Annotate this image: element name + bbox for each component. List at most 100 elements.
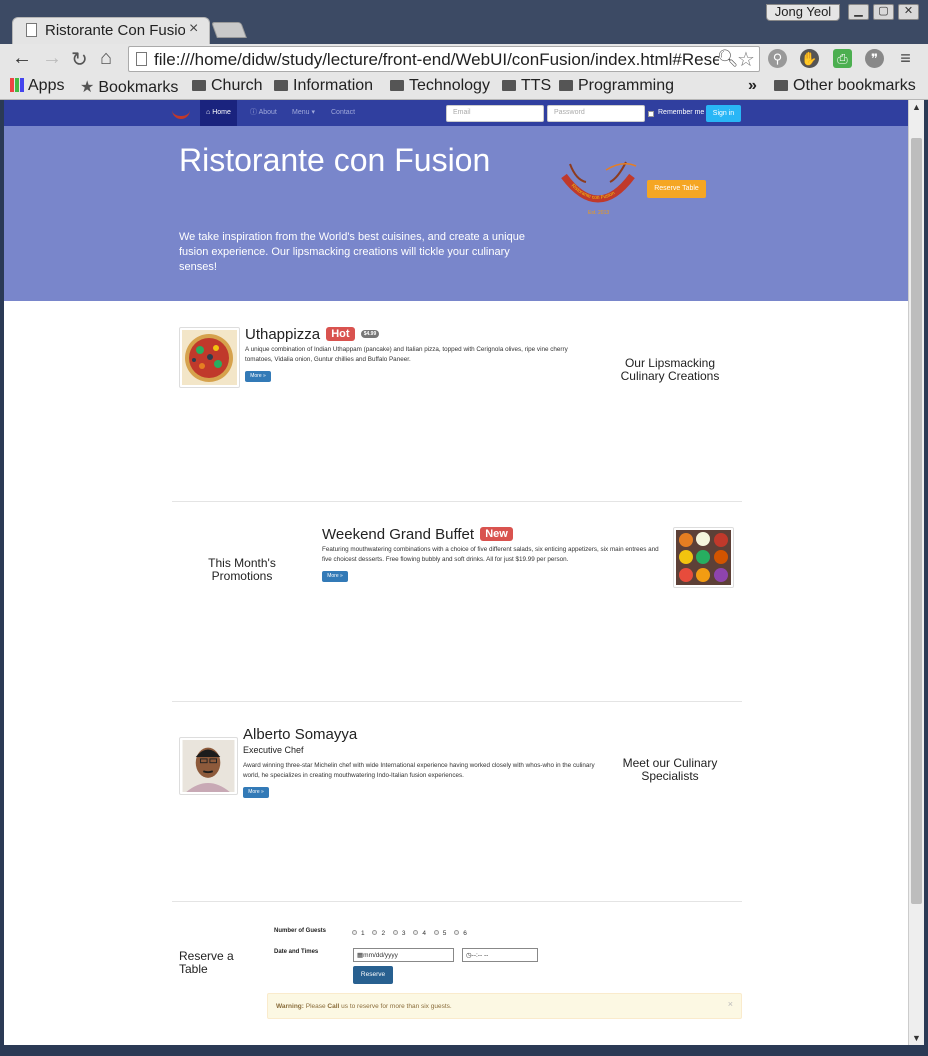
guests-label: Number of Guests [274, 928, 327, 934]
chef-thumbnail [179, 737, 238, 795]
chef-photo [182, 740, 235, 792]
reserve-table-button[interactable]: Reserve Table [647, 180, 706, 198]
page-viewport: ⌂ Home ⓘ About Menu ▾ Contact Email Pass… [4, 100, 908, 1045]
star-icon: ★ [80, 79, 95, 96]
other-bookmarks[interactable]: Other bookmarks [774, 77, 916, 95]
divider [172, 901, 742, 902]
signin-button[interactable]: Sign in [706, 105, 741, 122]
reserve-submit-button[interactable]: Reserve [353, 966, 393, 984]
chef-role: Executive Chef [243, 745, 304, 755]
pizza-image [182, 330, 237, 385]
nav-menu-dropdown[interactable]: Menu ▾ [286, 100, 321, 126]
buffet-image [676, 530, 731, 585]
radio-icon [413, 930, 419, 935]
datetime-label: Date and Times [274, 949, 319, 955]
radio-icon [454, 930, 460, 935]
divider [172, 701, 742, 702]
page-scrollbar[interactable]: ▲ ▼ [908, 100, 924, 1045]
chef-more-button[interactable]: More » [243, 787, 269, 798]
promotion-description: Featuring mouthwatering combinations wit… [322, 546, 659, 563]
date-input[interactable]: ▦mm/dd/yyyy [353, 948, 454, 962]
address-bar[interactable]: file:///home/didw/study/lecture/front-en… [128, 46, 760, 72]
forward-icon[interactable]: → [42, 47, 62, 70]
remember-label: Remember me [658, 109, 705, 116]
nav-home[interactable]: ⌂ Home [200, 100, 237, 126]
guests-radio-group: 1 2 3 4 5 6 [352, 930, 473, 937]
folder-icon [390, 80, 404, 91]
back-icon[interactable]: ← [12, 47, 32, 70]
zoom-icon[interactable]: 🔍︎ [717, 49, 739, 69]
dish-description: A unique combination of Indian Uthappam … [245, 346, 568, 363]
address-text: file:///home/didw/study/lecture/front-en… [154, 50, 719, 69]
page-title: Ristorante con Fusion [179, 142, 491, 178]
new-tab-button[interactable] [211, 22, 247, 38]
remember-checkbox[interactable] [648, 111, 654, 117]
guest-option-5[interactable]: 5 [433, 930, 446, 937]
bookmarks-bar: Apps ★ Bookmarks Church Information Techn… [0, 74, 928, 100]
dish-heading: Uthappizza Hot $4.99 [245, 326, 380, 343]
close-icon[interactable]: × [728, 999, 733, 1009]
bookmark-technology[interactable]: Technology [390, 77, 490, 95]
scroll-down-icon[interactable]: ▼ [912, 1033, 921, 1043]
time-input[interactable]: ◷--:-- -- [462, 948, 538, 962]
scroll-up-icon[interactable]: ▲ [912, 102, 921, 112]
print-extension-icon[interactable]: ⎙ [833, 49, 852, 68]
dish-more-button[interactable]: More » [245, 371, 271, 382]
bookmark-information[interactable]: Information [274, 77, 373, 95]
close-window-icon[interactable]: ✕ [898, 4, 919, 20]
nav-about[interactable]: ⓘ About [244, 100, 283, 126]
site-navbar: ⌂ Home ⓘ About Menu ▾ Contact Email Pass… [4, 100, 908, 126]
nav-contact[interactable]: Contact [325, 100, 361, 126]
call-link[interactable]: Call [327, 1003, 339, 1010]
adblock-extension-icon[interactable]: ✋ [800, 49, 819, 68]
svg-text:Ristorante con Fusion: Ristorante con Fusion [570, 183, 616, 201]
menu-icon[interactable]: ≡ [896, 49, 915, 68]
bookmark-apps[interactable]: Apps [10, 77, 64, 95]
bookmark-tts[interactable]: TTS [502, 77, 551, 95]
reload-icon[interactable]: ↻ [71, 47, 88, 72]
guest-option-3[interactable]: 3 [392, 930, 406, 937]
promotion-more-button[interactable]: More » [322, 571, 348, 582]
home-icon[interactable]: ⌂ [100, 47, 112, 70]
guest-option-1[interactable]: 1 [352, 930, 365, 937]
maximize-icon[interactable]: ▢ [873, 4, 894, 20]
folder-icon [274, 80, 288, 91]
warning-alert: Warning: Please Call us to reserve for m… [267, 993, 742, 1019]
folder-icon [559, 80, 573, 91]
radio-icon [433, 930, 439, 935]
guest-option-2[interactable]: 2 [372, 930, 385, 937]
close-tab-icon[interactable]: × [189, 20, 198, 38]
bookmark-church[interactable]: Church [192, 77, 263, 95]
dish-thumbnail [179, 327, 240, 388]
promotion-heading: Weekend Grand Buffet New [322, 526, 513, 543]
divider [172, 501, 742, 502]
brand-logo[interactable] [172, 107, 190, 119]
bookmark-programming[interactable]: Programming [559, 77, 674, 95]
info-icon: ⓘ [250, 109, 259, 116]
minimize-icon[interactable]: ▁ [848, 4, 869, 20]
email-input[interactable]: Email [446, 105, 544, 122]
chef-description: Award winning three-star Michelin chef w… [243, 762, 595, 779]
folder-icon [774, 80, 788, 91]
tab-title: Ristorante Con Fusio [45, 22, 185, 39]
guest-option-4[interactable]: 4 [413, 930, 426, 937]
svg-text:Est. 2013: Est. 2013 [588, 210, 609, 216]
guest-option-6[interactable]: 6 [454, 930, 467, 937]
profile-button[interactable]: Jong Yeol [766, 4, 840, 21]
bookmarks-overflow-chevron[interactable]: » [748, 77, 757, 95]
jumbotron-text: We take inspiration from the World's bes… [179, 231, 525, 273]
hot-badge: Hot [326, 327, 355, 341]
bookmark-bookmarks[interactable]: ★ Bookmarks [80, 77, 178, 97]
bookmark-star-icon[interactable]: ☆ [737, 47, 755, 72]
new-badge: New [480, 527, 513, 541]
scroll-thumb[interactable] [911, 138, 922, 904]
search-extension-icon[interactable]: ⚲ [768, 49, 787, 68]
quote-extension-icon[interactable]: ❞ [865, 49, 884, 68]
password-input[interactable]: Password [547, 105, 645, 122]
browser-tab[interactable]: Ristorante Con Fusio × [12, 17, 210, 44]
promotion-section-heading: This Month's Promotions [208, 556, 276, 583]
leader-section-heading: Meet our Culinary Specialists [622, 756, 718, 783]
radio-icon [392, 930, 398, 935]
jumbotron: Ristorante con Fusion We take inspiratio… [4, 126, 908, 301]
radio-icon [352, 930, 357, 935]
